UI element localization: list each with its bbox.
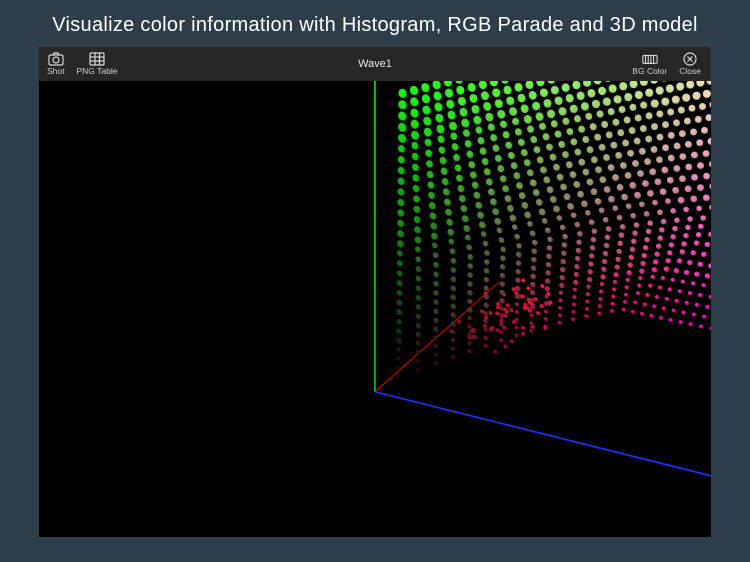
bg-color-button[interactable]: BG Color	[632, 52, 667, 76]
grid-icon	[89, 52, 105, 66]
close-icon	[682, 52, 698, 66]
close-label: Close	[679, 67, 701, 76]
axis-green	[374, 81, 376, 392]
axis-blue	[375, 391, 711, 484]
camera-icon	[48, 52, 64, 66]
viewer-title: Wave1	[39, 58, 711, 70]
png-table-button[interactable]: PNG Table	[77, 52, 118, 76]
toolbar: Wave1 Shot	[39, 47, 711, 81]
png-table-label: PNG Table	[77, 67, 118, 76]
bg-color-label: BG Color	[632, 67, 667, 76]
shot-label: Shot	[47, 67, 65, 76]
close-button[interactable]: Close	[679, 52, 701, 76]
viewer-window: Wave1 Shot	[39, 47, 711, 537]
headline: Visualize color information with Histogr…	[0, 0, 750, 47]
rgb-3d-viewport[interactable]	[39, 81, 711, 537]
palette-icon	[642, 52, 658, 66]
shot-button[interactable]: Shot	[47, 52, 65, 76]
